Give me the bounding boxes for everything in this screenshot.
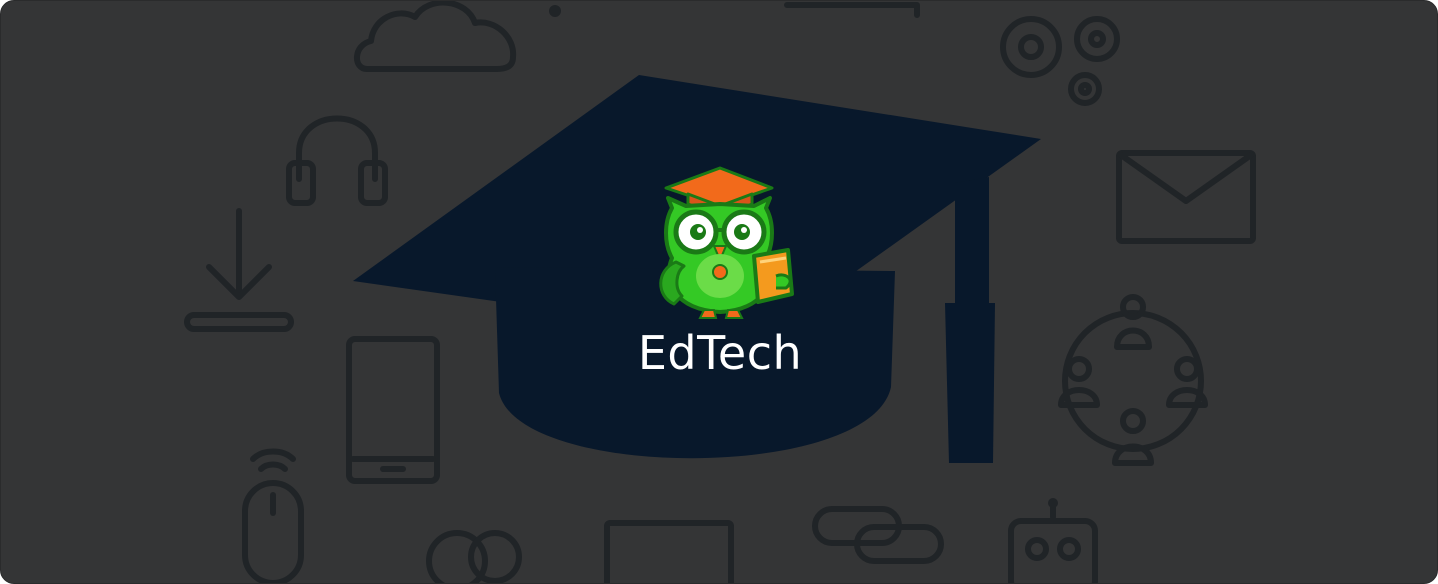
wireless-mouse-icon — [242, 448, 304, 583]
brand-block: EdTech — [620, 164, 820, 389]
owl-logo-icon — [659, 166, 794, 319]
gears-icon — [1000, 16, 1120, 106]
email-icon — [1116, 150, 1256, 244]
brand-name: EdTech — [637, 326, 803, 380]
network-people-icon — [1058, 294, 1208, 466]
robot-icon — [1008, 498, 1098, 583]
tablet-device-icon — [346, 336, 440, 484]
monitor-icon — [604, 520, 734, 583]
headphones-icon — [286, 115, 388, 206]
hero-banner: EdTech — [0, 0, 1438, 584]
cloud-icon — [354, 1, 517, 72]
chat-bubbles-icon — [426, 530, 522, 583]
top-bar-icon — [784, 2, 920, 18]
chain-link-icon — [812, 506, 944, 564]
dot-icon — [549, 5, 561, 17]
download-icon — [184, 208, 294, 332]
